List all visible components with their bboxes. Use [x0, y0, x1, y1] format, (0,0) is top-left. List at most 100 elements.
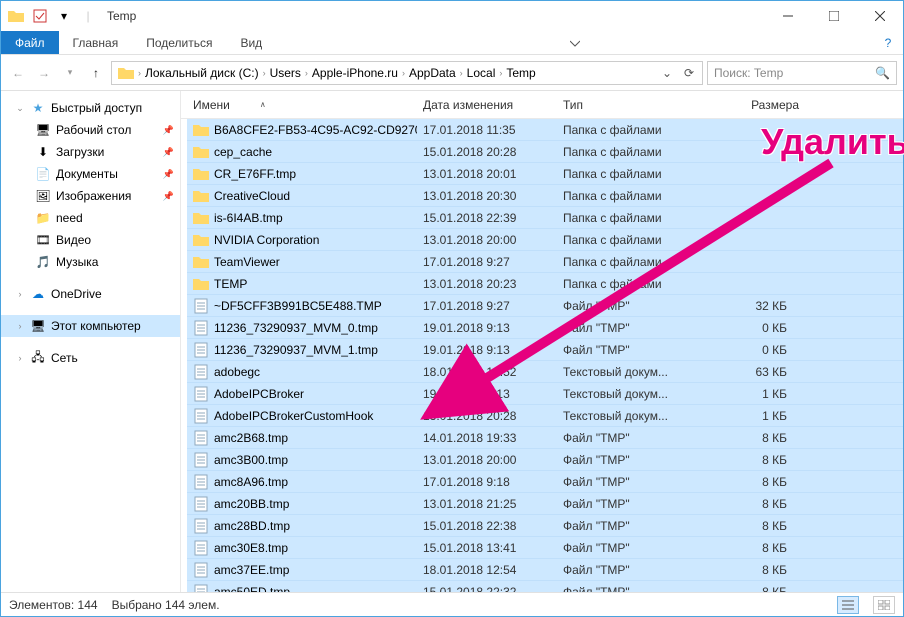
column-date[interactable]: Дата изменения: [417, 98, 557, 112]
status-selected-count: Выбрано 144 элем.: [112, 598, 220, 612]
file-type: Файл "TMP": [557, 475, 707, 489]
nav-quick-item[interactable]: 🎞Видео: [1, 229, 180, 251]
breadcrumb-segment[interactable]: Users: [266, 66, 305, 80]
refresh-button[interactable]: ⟳: [678, 62, 700, 84]
file-date: 13.01.2018 20:00: [417, 453, 557, 467]
file-row[interactable]: B6A8CFE2-FB53-4C95-AC92-CD92701C2...17.0…: [187, 119, 903, 141]
file-date: 19.01.2018 9:13: [417, 321, 557, 335]
view-icons-button[interactable]: [873, 596, 895, 614]
ribbon-expand-button[interactable]: [560, 31, 590, 54]
pin-icon: 📌: [163, 191, 174, 202]
file-name: amc50ED.tmp: [214, 585, 290, 593]
nav-network[interactable]: ›🖧Сеть: [1, 347, 180, 369]
file-type: Файл "TMP": [557, 431, 707, 445]
doc-icon: [193, 386, 209, 402]
breadcrumb-segment[interactable]: Local: [463, 66, 500, 80]
doc-icon: [193, 430, 209, 446]
doc-icon: [193, 320, 209, 336]
pin-icon: 📌: [163, 147, 174, 158]
file-row[interactable]: amc8A96.tmp17.01.2018 9:18Файл "TMP"8 КБ: [187, 471, 903, 493]
file-row[interactable]: AdobeIPCBroker19.01.2018 9:13Текстовый д…: [187, 383, 903, 405]
column-type[interactable]: Тип: [557, 98, 707, 112]
file-date: 17.01.2018 9:27: [417, 255, 557, 269]
file-row[interactable]: TeamViewer17.01.2018 9:27Папка с файлами: [187, 251, 903, 273]
nav-quick-item[interactable]: 📁need: [1, 207, 180, 229]
file-row[interactable]: 11236_73290937_MVM_0.tmp19.01.2018 9:13Ф…: [187, 317, 903, 339]
column-name[interactable]: Имени∧: [187, 98, 417, 112]
file-row[interactable]: CR_E76FF.tmp13.01.2018 20:01Папка с файл…: [187, 163, 903, 185]
nav-quick-item[interactable]: 🖥Рабочий стол📌: [1, 119, 180, 141]
file-date: 13.01.2018 20:28: [417, 409, 557, 423]
recent-dropdown[interactable]: ▾: [59, 62, 81, 84]
file-row[interactable]: amc2B68.tmp14.01.2018 19:33Файл "TMP"8 К…: [187, 427, 903, 449]
documents-icon: 📄: [35, 166, 51, 182]
file-row[interactable]: TEMP13.01.2018 20:23Папка с файлами: [187, 273, 903, 295]
nav-onedrive[interactable]: ›☁OneDrive: [1, 283, 180, 305]
file-row[interactable]: cep_cache15.01.2018 20:28Папка с файлами: [187, 141, 903, 163]
file-type: Папка с файлами: [557, 123, 707, 137]
qat-properties[interactable]: [29, 5, 51, 27]
breadcrumb-segment[interactable]: AppData: [405, 66, 460, 80]
search-input[interactable]: Поиск: Temp 🔍: [707, 61, 897, 85]
folder-icon: [193, 276, 209, 292]
nav-quick-access[interactable]: ⌄★Быстрый доступ: [1, 97, 180, 119]
file-size: 63 КБ: [707, 365, 805, 379]
nav-quick-item[interactable]: 📄Документы📌: [1, 163, 180, 185]
address-bar[interactable]: › Локальный диск (C:)› Users› Apple-iPho…: [111, 61, 703, 85]
file-type: Папка с файлами: [557, 255, 707, 269]
file-size: 1 КБ: [707, 409, 805, 423]
nav-item-label: Изображения: [56, 189, 131, 203]
file-row[interactable]: adobegc18.01.2018 18:52Текстовый докум..…: [187, 361, 903, 383]
file-row[interactable]: 11236_73290937_MVM_1.tmp19.01.2018 9:13Ф…: [187, 339, 903, 361]
tab-file[interactable]: Файл: [1, 31, 59, 54]
nav-quick-item[interactable]: 🎵Музыка: [1, 251, 180, 273]
maximize-button[interactable]: [811, 1, 857, 31]
breadcrumb-segment[interactable]: Apple-iPhone.ru: [308, 66, 402, 80]
window-title: Temp: [107, 9, 136, 23]
file-row[interactable]: amc37EE.tmp18.01.2018 12:54Файл "TMP"8 К…: [187, 559, 903, 581]
breadcrumb-segment[interactable]: Temp: [502, 66, 539, 80]
nav-item-label: Документы: [56, 167, 118, 181]
ribbon-help-button[interactable]: ?: [873, 31, 903, 54]
file-row[interactable]: amc3B00.tmp13.01.2018 20:00Файл "TMP"8 К…: [187, 449, 903, 471]
file-row[interactable]: amc50ED.tmp15.01.2018 22:32Файл "TMP"8 К…: [187, 581, 903, 592]
file-type: Файл "TMP": [557, 321, 707, 335]
file-name: amc28BD.tmp: [214, 519, 290, 533]
file-row[interactable]: CreativeCloud13.01.2018 20:30Папка с фай…: [187, 185, 903, 207]
qat-dropdown[interactable]: ▾: [53, 5, 75, 27]
back-button[interactable]: ←: [7, 62, 29, 84]
file-row[interactable]: is-6I4AB.tmp15.01.2018 22:39Папка с файл…: [187, 207, 903, 229]
file-size: 0 КБ: [707, 343, 805, 357]
file-type: Папка с файлами: [557, 233, 707, 247]
file-name: amc2B68.tmp: [214, 431, 288, 445]
column-size[interactable]: Размера: [707, 98, 805, 112]
file-name: is-6I4AB.tmp: [214, 211, 283, 225]
tab-share[interactable]: Поделиться: [132, 31, 226, 54]
file-row[interactable]: NVIDIA Corporation13.01.2018 20:00Папка …: [187, 229, 903, 251]
forward-button[interactable]: →: [33, 62, 55, 84]
breadcrumb-segment[interactable]: Локальный диск (C:): [141, 66, 263, 80]
minimize-button[interactable]: [765, 1, 811, 31]
address-dropdown[interactable]: ⌄: [656, 62, 678, 84]
file-type: Файл "TMP": [557, 563, 707, 577]
close-button[interactable]: [857, 1, 903, 31]
file-name: AdobeIPCBrokerCustomHook: [214, 409, 373, 423]
file-row[interactable]: amc30E8.tmp15.01.2018 13:41Файл "TMP"8 К…: [187, 537, 903, 559]
file-row[interactable]: AdobeIPCBrokerCustomHook 13.01.2018 20:28…: [187, 405, 903, 427]
file-name: cep_cache: [214, 145, 272, 159]
file-row[interactable]: amc28BD.tmp15.01.2018 22:38Файл "TMP"8 К…: [187, 515, 903, 537]
file-type: Папка с файлами: [557, 167, 707, 181]
file-name: amc30E8.tmp: [214, 541, 288, 555]
folder-icon: [5, 5, 27, 27]
file-row[interactable]: ~DF5CFF3B991BC5E488.TMP17.01.2018 9:27Фа…: [187, 295, 903, 317]
up-button[interactable]: ↑: [85, 62, 107, 84]
nav-quick-item[interactable]: ⬇Загрузки📌: [1, 141, 180, 163]
view-details-button[interactable]: [837, 596, 859, 614]
nav-this-pc[interactable]: ›🖥Этот компьютер: [1, 315, 180, 337]
tab-view[interactable]: Вид: [226, 31, 276, 54]
nav-quick-item[interactable]: 🖼Изображения📌: [1, 185, 180, 207]
tab-home[interactable]: Главная: [59, 31, 133, 54]
file-row[interactable]: amc20BB.tmp13.01.2018 21:25Файл "TMP"8 К…: [187, 493, 903, 515]
file-list[interactable]: B6A8CFE2-FB53-4C95-AC92-CD92701C2...17.0…: [181, 119, 903, 592]
file-date: 19.01.2018 9:13: [417, 387, 557, 401]
